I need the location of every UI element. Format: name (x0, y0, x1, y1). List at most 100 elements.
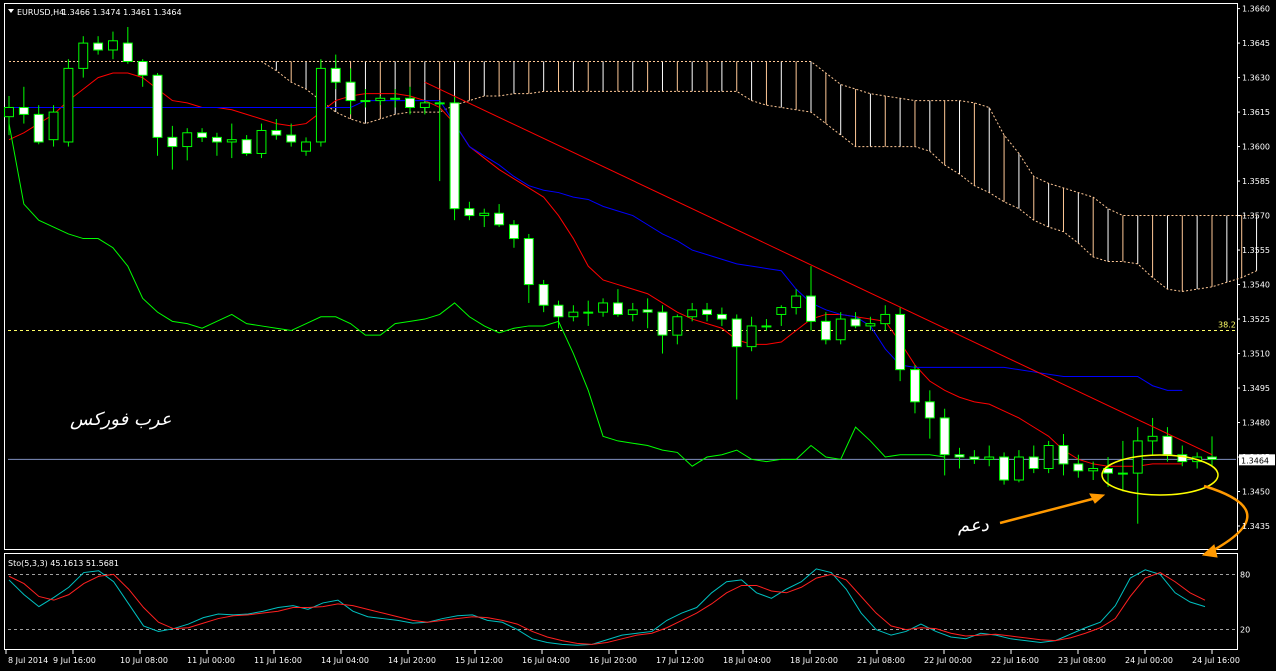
time-tick-label: 11 Jul 16:00 (254, 656, 302, 665)
candle-body (226, 139, 237, 143)
candle-body (93, 42, 104, 51)
candle-body (702, 309, 712, 315)
support-arrow[interactable] (999, 495, 1101, 525)
candle-body (761, 325, 772, 328)
price-tick-label: 1.3540 (1242, 281, 1270, 290)
time-tick-label: 24 Jul 00:00 (1125, 656, 1173, 665)
watermark: عرب فوركس (70, 409, 172, 430)
candle-body (553, 304, 564, 318)
support-label: دعم (958, 515, 990, 536)
candle-body (776, 307, 787, 315)
candle-body (850, 318, 861, 327)
candle-body (33, 113, 44, 143)
stoch-level-80-label: 80 (1240, 570, 1250, 579)
candle-body (999, 456, 1010, 481)
candle-body (211, 136, 222, 143)
support-ellipse[interactable] (1101, 454, 1219, 496)
candle-body (256, 129, 267, 154)
candle-body (434, 102, 445, 105)
candle-body (63, 67, 74, 143)
time-tick-label: 14 Jul 20:00 (388, 656, 436, 665)
candle-body (375, 97, 386, 102)
candle-body (642, 309, 653, 313)
symbol-label: EURUSD,H4 (17, 8, 64, 17)
price-tick-label: 1.3555 (1242, 246, 1270, 255)
stoch-level-20-label: 20 (1240, 626, 1250, 635)
price-tick-label: 1.3525 (1242, 315, 1270, 324)
time-tick-label: 18 Jul 20:00 (790, 656, 838, 665)
candle-body (984, 456, 995, 460)
candle-body (672, 316, 683, 336)
price-tick-label: 1.3480 (1242, 419, 1270, 428)
candle-body (1117, 472, 1128, 475)
candle-body (419, 102, 430, 108)
price-tick-label: 1.3600 (1242, 143, 1270, 152)
candle-body (197, 132, 208, 138)
candle-body (716, 313, 727, 320)
time-tick-label: 14 Jul 04:00 (321, 656, 369, 665)
projection-arrow[interactable] (1203, 484, 1249, 554)
dropdown-triangle-icon[interactable] (8, 9, 14, 13)
candle-body (806, 295, 816, 322)
candle-body (286, 134, 297, 143)
candle-body (910, 369, 920, 403)
candle-body (627, 309, 638, 315)
stoch-main-line (8, 568, 1206, 646)
price-chart[interactable]: 38.2 دعم عرب فوركس EURUSD,H4 1.3466 1.34… (0, 0, 1276, 671)
candle-body (1147, 435, 1158, 442)
price-tick-label: 1.3435 (1242, 522, 1270, 531)
downtrend-line[interactable] (424, 81, 1213, 456)
candle-body (108, 40, 118, 51)
candle-body (939, 417, 950, 456)
candle-body (137, 60, 148, 76)
ohlc-readout: 1.3466 1.3474 1.3461 1.3464 (62, 8, 182, 17)
candle-body (657, 311, 668, 336)
time-tick-label: 22 Jul 00:00 (924, 656, 972, 665)
candle-body (746, 325, 757, 348)
price-tick-label: 1.3660 (1242, 5, 1270, 14)
price-tick-label: 1.3645 (1242, 39, 1270, 48)
candle-body (1028, 456, 1039, 470)
support-arrow-head (1089, 493, 1106, 504)
candle-body (835, 318, 846, 341)
candle-body (1058, 445, 1069, 465)
candle-body (1013, 456, 1024, 481)
time-tick-label: 9 Jul 16:00 (53, 656, 96, 665)
time-axis: 8 Jul 2014 9 Jul 16:00 10 Jul 08:00 11 Jul … (5, 650, 1240, 665)
candlestick-series (4, 26, 1217, 524)
senkou-span-b (9, 60, 1257, 292)
candle-body (598, 302, 609, 313)
stoch-signal-line (8, 572, 1206, 645)
candle-body (1043, 445, 1054, 470)
time-tick-label: 22 Jul 16:00 (991, 656, 1039, 665)
candle-body (954, 454, 965, 458)
candle-body (152, 74, 163, 138)
candle-body (390, 97, 401, 100)
candle-body (479, 212, 490, 217)
candle-body (969, 456, 980, 460)
candle-body (523, 238, 534, 286)
candle-body (182, 132, 193, 148)
candle-body (241, 139, 252, 154)
time-tick-label: 11 Jul 00:00 (187, 656, 235, 665)
candle-body (301, 141, 311, 152)
price-tick-label: 1.3585 (1242, 177, 1270, 186)
candle-body (791, 295, 802, 309)
candle-body (1088, 468, 1099, 472)
candle-body (494, 212, 505, 226)
candle-body (315, 67, 326, 143)
candle-body (4, 106, 14, 118)
candle-body (612, 302, 623, 315)
candle-body (583, 311, 594, 314)
ichimoku-cloud (9, 60, 1258, 292)
candle-body (895, 313, 906, 371)
tenkan-sen-line (8, 72, 1183, 467)
candle-body (78, 42, 89, 69)
time-tick-label: 17 Jul 12:00 (656, 656, 704, 665)
time-tick-label: 18 Jul 04:00 (723, 656, 771, 665)
candle-body (1207, 456, 1217, 460)
time-tick-label: 16 Jul 04:00 (522, 656, 570, 665)
candle-body (360, 100, 371, 103)
candle-body (687, 309, 698, 318)
candle-body (167, 136, 178, 148)
